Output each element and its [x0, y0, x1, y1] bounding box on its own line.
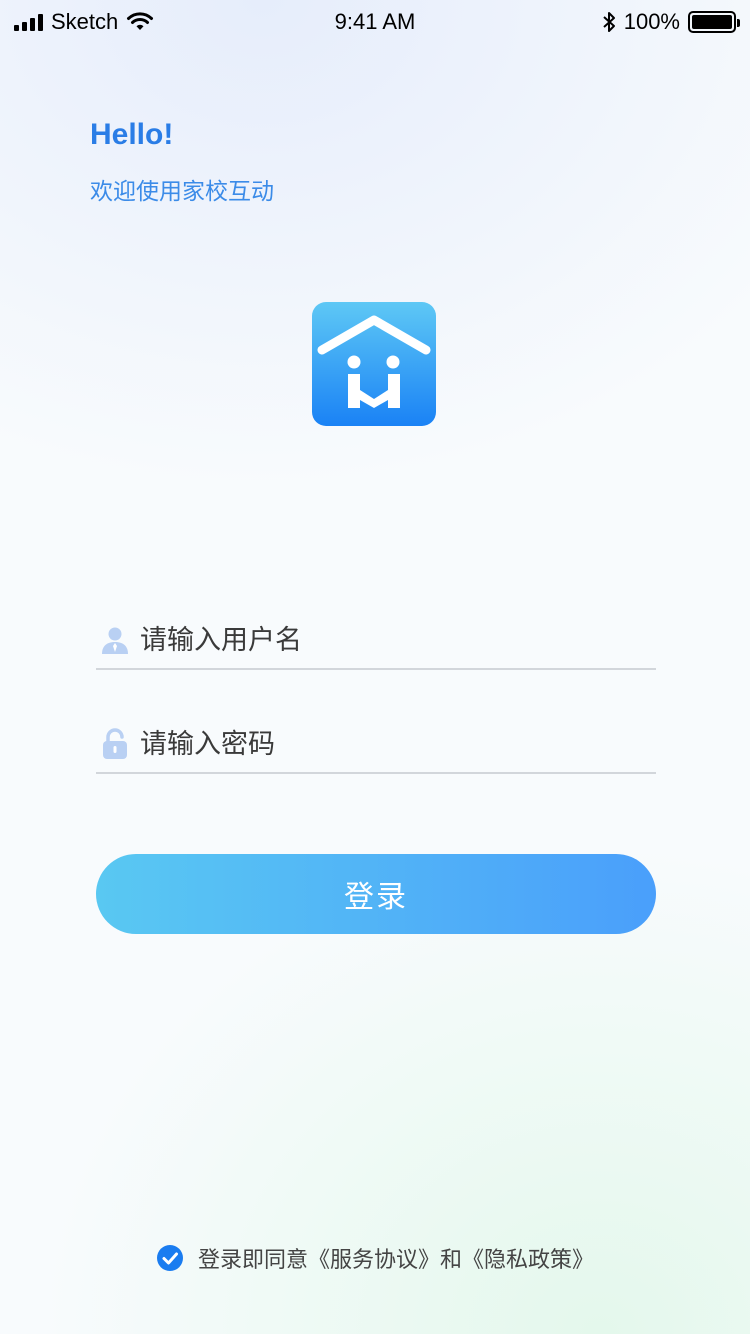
username-input[interactable] — [140, 624, 656, 656]
battery-percent: 100% — [623, 9, 680, 34]
checkbox-checked-icon[interactable] — [156, 1244, 184, 1272]
battery-icon — [688, 11, 740, 33]
password-field — [96, 716, 656, 774]
login-button[interactable]: 登录 — [96, 854, 656, 934]
username-field — [96, 612, 656, 670]
status-right: 100% — [602, 9, 740, 35]
wifi-icon — [127, 12, 154, 30]
cellular-signal-icon — [14, 13, 43, 31]
app-logo — [312, 302, 436, 426]
home-handshake-icon — [317, 315, 431, 408]
bluetooth-icon — [603, 12, 615, 32]
user-icon — [98, 623, 132, 657]
password-input[interactable] — [140, 728, 656, 760]
status-left: Sketch — [14, 9, 154, 35]
greeting-title: Hello! — [90, 118, 174, 151]
carrier-label: Sketch — [51, 9, 119, 34]
agreement-row: 登录即同意《服务协议》和《隐私政策》 — [0, 1242, 750, 1274]
status-bar: Sketch 9:41 AM 100% — [0, 0, 750, 44]
lock-icon — [98, 727, 132, 761]
greeting-subtitle: 欢迎使用家校互动 — [90, 179, 274, 205]
agreement-text[interactable]: 登录即同意《服务协议》和《隐私政策》 — [198, 1242, 594, 1274]
